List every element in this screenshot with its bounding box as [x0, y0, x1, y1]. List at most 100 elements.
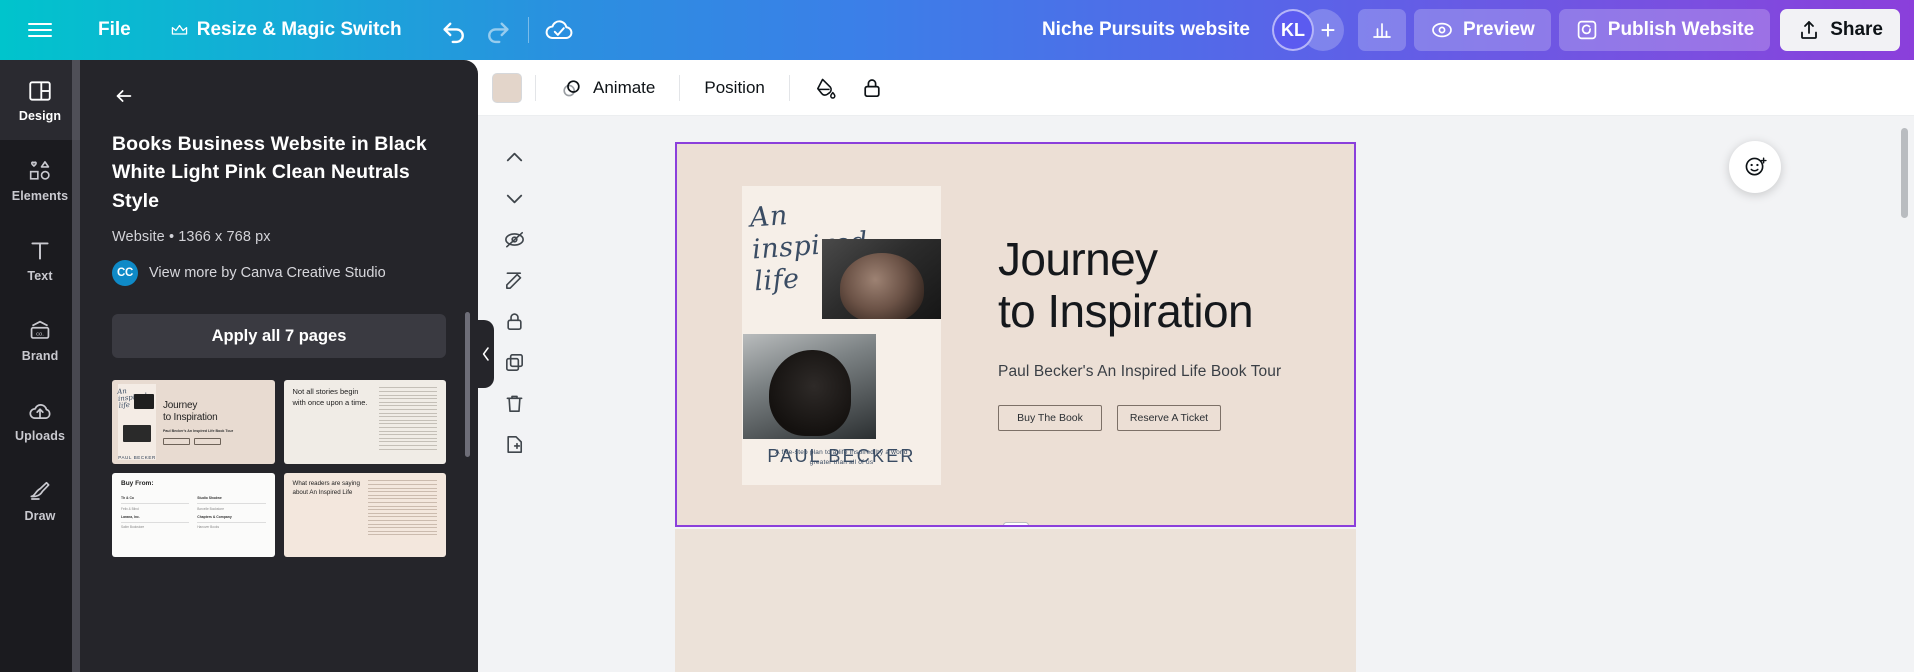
lock-button[interactable]: [849, 70, 895, 106]
move-up-icon[interactable]: [495, 138, 533, 176]
page-color-swatch[interactable]: [492, 72, 522, 103]
publish-website-button[interactable]: Publish Website: [1558, 9, 1771, 51]
sidebar-item-draw[interactable]: Draw: [0, 460, 80, 540]
pen-icon: [30, 481, 50, 500]
text-line: [379, 387, 437, 389]
thumb-button: [163, 437, 190, 445]
sidebar-item-elements[interactable]: Elements: [0, 140, 80, 220]
brand-card-icon: co.: [30, 320, 50, 339]
design-page-canvas[interactable]: An inspired life A five-step plan to a l…: [675, 142, 1356, 527]
saved-to-cloud-button[interactable]: [539, 10, 579, 50]
publish-label: Publish Website: [1607, 19, 1755, 40]
sidebar-item-uploads[interactable]: Uploads: [0, 380, 80, 460]
buy-the-book-button[interactable]: Buy The Book: [998, 405, 1102, 432]
text-line: [379, 398, 437, 400]
undo-button[interactable]: [434, 10, 474, 50]
page-tools-strip: [492, 138, 536, 463]
store-detail: Felix & Blind: [121, 506, 139, 511]
text-t-icon: [31, 241, 49, 260]
hero-heading-line-1[interactable]: Journey: [998, 233, 1328, 286]
hero-subtitle[interactable]: Paul Becker's An Inspired Life Book Tour: [998, 363, 1328, 381]
template-thumbnail-buy-from[interactable]: Buy From: Th & Co Felix & Blind Studio S…: [112, 473, 275, 558]
sidebar-label-design: Design: [18, 108, 62, 123]
thumb-heading-2: to Inspiration: [163, 412, 218, 424]
file-menu-button[interactable]: File: [84, 10, 145, 50]
animate-button[interactable]: Animate: [549, 70, 666, 106]
hide-page-icon[interactable]: [495, 220, 533, 258]
panel-author-link[interactable]: CC View more by Canva Creative Studio: [112, 260, 446, 287]
sidebar-item-brand[interactable]: co. Brand: [0, 300, 80, 380]
store-name: Studio Shodwe: [197, 496, 222, 501]
apply-all-pages-button[interactable]: Apply all 7 pages: [112, 314, 446, 359]
template-thumbnail-hero[interactable]: An inspired life PAUL BECKER Journey to …: [112, 380, 275, 465]
redo-button[interactable]: [478, 10, 518, 50]
hamburger-menu-icon[interactable]: [18, 8, 62, 52]
notes-icon[interactable]: [495, 261, 533, 299]
resize-magic-switch-button[interactable]: Resize & Magic Switch: [157, 10, 416, 50]
analytics-button[interactable]: [1357, 9, 1406, 51]
top-toolbar-left: File Resize & Magic Switch: [0, 0, 579, 60]
text-line: [367, 494, 437, 496]
add-page-icon[interactable]: [495, 425, 533, 463]
undo-arrow-icon: [443, 22, 464, 44]
toolbar-divider: [535, 74, 536, 101]
text-line: [367, 519, 437, 521]
move-down-icon[interactable]: [495, 179, 533, 217]
canvas-scrollbar-thumb[interactable]: [1901, 128, 1908, 218]
sidebar-label-uploads: Uploads: [14, 428, 65, 443]
text-line: [379, 408, 437, 410]
sidebar-label-text: Text: [27, 268, 53, 283]
thumb-button: [194, 437, 221, 445]
delete-page-icon[interactable]: [495, 384, 533, 422]
text-line: [367, 523, 437, 525]
eye-icon: [1432, 22, 1452, 38]
panel-scrollbar-track[interactable]: [465, 180, 474, 672]
text-line: [379, 434, 437, 436]
transparency-button[interactable]: [803, 70, 849, 106]
object-toolbar: Animate Position: [478, 60, 1914, 116]
position-button[interactable]: Position: [693, 70, 775, 106]
share-button[interactable]: Share: [1780, 9, 1900, 51]
avatar[interactable]: KL: [1271, 9, 1314, 51]
template-thumbnail-readers[interactable]: What readers are saying about An Inspire…: [283, 473, 446, 558]
store-name: Chapters & Company: [197, 514, 232, 519]
lock-icon: [864, 78, 880, 97]
panel-back-button[interactable]: [106, 78, 142, 114]
divider: [197, 503, 266, 504]
thumb-heading-1: Journey: [163, 399, 198, 411]
sidebar-item-design[interactable]: Design: [0, 60, 80, 140]
text-line: [379, 437, 437, 439]
book-cover-art[interactable]: An inspired life A five-step plan to a l…: [742, 186, 941, 485]
toolbar-divider: [679, 74, 681, 101]
thumb-button-row: [163, 437, 233, 445]
panel-scrollbar-thumb[interactable]: [465, 312, 470, 457]
panel-content: Books Business Website in Black White Li…: [80, 60, 478, 558]
next-page-preview[interactable]: [675, 529, 1356, 672]
reserve-a-ticket-button[interactable]: Reserve A Ticket: [1117, 405, 1221, 432]
panel-resize-handle[interactable]: [72, 60, 80, 672]
sidebar-item-text[interactable]: Text: [0, 220, 80, 300]
canvas-area[interactable]: An inspired life A five-step plan to a l…: [478, 116, 1914, 672]
text-line: [379, 423, 437, 425]
redo-arrow-icon: [487, 22, 509, 44]
divider: [121, 503, 190, 504]
canvas-scrollbar-track[interactable]: [1901, 122, 1911, 666]
page-resize-handle[interactable]: [1002, 522, 1029, 525]
thumb-store-item: Larana, Inc. Salim Bookstore: [121, 515, 190, 529]
author-link-label: View more by Canva Creative Studio: [149, 265, 386, 282]
canva-assistant-button[interactable]: [1729, 141, 1781, 193]
resize-label: Resize & Magic Switch: [196, 19, 402, 40]
template-thumbnail-quote[interactable]: Not all stories begin with once upon a t…: [283, 380, 446, 465]
text-line: [379, 394, 437, 396]
hero-heading-line-2[interactable]: to Inspiration: [998, 285, 1328, 338]
collapse-panel-button[interactable]: [478, 320, 494, 388]
design-panel: Books Business Website in Black White Li…: [80, 60, 478, 672]
document-title[interactable]: Niche Pursuits website: [1028, 10, 1264, 50]
text-line: [367, 487, 437, 489]
thumb-store-item: Th & Co Felix & Blind: [121, 496, 190, 511]
preview-button[interactable]: Preview: [1413, 9, 1551, 51]
duplicate-page-icon[interactable]: [495, 343, 533, 381]
lock-page-icon[interactable]: [495, 302, 533, 340]
text-line: [367, 501, 437, 503]
panel-meta: Website • 1366 x 768 px: [112, 229, 271, 246]
